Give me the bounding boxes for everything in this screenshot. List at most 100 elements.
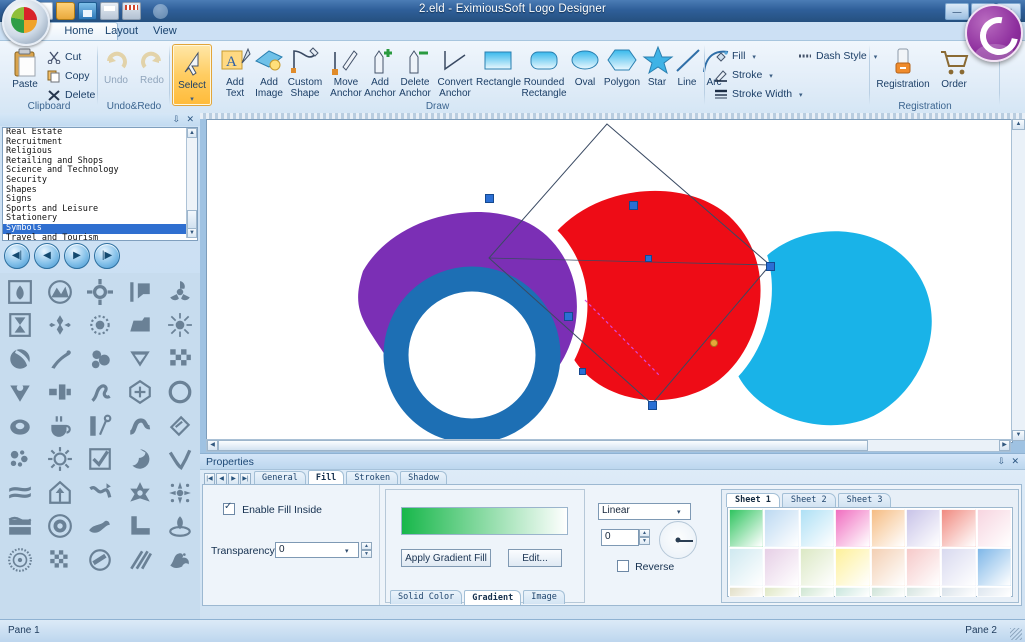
tab-sheet-1[interactable]: Sheet 1: [726, 493, 780, 507]
polygon-tool-button[interactable]: Polygon: [602, 45, 642, 89]
symbol-item[interactable]: [40, 409, 80, 443]
symbol-item[interactable]: [160, 376, 200, 410]
tab-view[interactable]: View: [140, 22, 190, 40]
color-swatch[interactable]: [905, 548, 941, 586]
color-swatch[interactable]: [799, 509, 835, 547]
tab-stroken[interactable]: Stroken: [346, 471, 399, 485]
swatch-grid[interactable]: [727, 507, 1013, 597]
symbol-item[interactable]: [160, 409, 200, 443]
canvas-horizontal-scrollbar[interactable]: ◀ ▶: [206, 439, 1011, 452]
custom-shape-tool-button[interactable]: Custom Shape: [280, 45, 330, 99]
scroll-up-arrow-icon[interactable]: ▲: [1012, 119, 1025, 130]
symbol-item[interactable]: [0, 543, 40, 577]
symbol-item[interactable]: [160, 342, 200, 376]
last-page-button[interactable]: |▶: [94, 243, 120, 269]
symbol-item[interactable]: [40, 543, 80, 577]
selection-handle[interactable]: [564, 312, 573, 321]
symbol-item[interactable]: [120, 510, 160, 544]
spinner-up-icon[interactable]: ▲: [639, 529, 650, 537]
stroke-button[interactable]: Stroke ▾: [713, 67, 773, 84]
copy-button[interactable]: Copy: [46, 68, 90, 85]
line-tool-button[interactable]: Line: [672, 45, 702, 89]
symbol-item[interactable]: [80, 543, 120, 577]
close-icon[interactable]: ✕: [1011, 456, 1019, 467]
scroll-up-arrow-icon[interactable]: ▲: [187, 128, 197, 138]
symbol-item[interactable]: [120, 376, 160, 410]
order-button[interactable]: Order: [934, 47, 974, 91]
symbol-item[interactable]: [160, 476, 200, 510]
symbol-item[interactable]: [0, 476, 40, 510]
color-swatch[interactable]: [905, 587, 941, 597]
chevron-down-icon[interactable]: ▾: [769, 73, 773, 80]
symbol-item[interactable]: [160, 309, 200, 343]
save-icon[interactable]: [78, 2, 97, 20]
rotation-handle[interactable]: [710, 339, 718, 347]
symbol-item[interactable]: [80, 443, 120, 477]
category-scrollbar[interactable]: ▲ ▼: [186, 128, 197, 238]
symbol-item[interactable]: [160, 443, 200, 477]
registration-button[interactable]: Registration: [874, 47, 932, 91]
color-swatch[interactable]: [835, 509, 870, 547]
symbol-item[interactable]: [0, 376, 40, 410]
tab-fill[interactable]: Fill: [307, 470, 345, 485]
next-page-button[interactable]: ▶: [64, 243, 90, 269]
rounded-rectangle-tool-button[interactable]: Rounded Rectangle: [520, 45, 568, 99]
symbol-item[interactable]: [0, 443, 40, 477]
symbol-item[interactable]: [160, 510, 200, 544]
symbol-item[interactable]: [40, 443, 80, 477]
color-swatch[interactable]: [976, 587, 1011, 597]
symbol-item[interactable]: [0, 342, 40, 376]
color-swatch[interactable]: [835, 587, 870, 597]
paste-button[interactable]: Paste: [4, 47, 46, 91]
fill-button[interactable]: Fill ▾: [713, 48, 756, 65]
symbol-item[interactable]: [0, 275, 40, 309]
transparency-dropdown-arrow-icon[interactable]: ▾: [345, 547, 349, 555]
selection-handle[interactable]: [485, 194, 494, 203]
app-menu-orb[interactable]: [2, 0, 50, 46]
color-swatch[interactable]: [976, 509, 1011, 547]
gradient-start-handle[interactable]: [645, 255, 652, 262]
tab-solid-color[interactable]: Solid Color: [390, 590, 463, 604]
scroll-thumb[interactable]: [187, 210, 197, 230]
prev-page-button[interactable]: ◀: [34, 243, 60, 269]
scroll-right-arrow-icon[interactable]: ▶: [999, 440, 1010, 451]
stroke-width-button[interactable]: Stroke Width ▾: [713, 86, 803, 103]
symbol-item[interactable]: [80, 476, 120, 510]
symbol-item[interactable]: [80, 342, 120, 376]
symbol-item[interactable]: [80, 510, 120, 544]
resize-grip-icon[interactable]: [1010, 628, 1022, 640]
logo-artwork[interactable]: [207, 120, 1012, 442]
gradient-angle-spinner[interactable]: ▲ ▼: [639, 529, 650, 545]
tab-gradient[interactable]: Gradient: [464, 590, 522, 605]
symbol-item[interactable]: [80, 309, 120, 343]
print-icon[interactable]: [100, 2, 119, 20]
color-swatch[interactable]: [729, 548, 764, 586]
oval-tool-button[interactable]: Oval: [568, 45, 602, 89]
cut-button[interactable]: Cut: [46, 49, 81, 66]
symbol-item[interactable]: [0, 510, 40, 544]
gradient-angle-dial[interactable]: [659, 521, 697, 559]
tab-image[interactable]: Image: [523, 590, 565, 604]
select-tool-button[interactable]: Select ▾: [172, 44, 212, 106]
symbol-item[interactable]: [40, 476, 80, 510]
drawing-canvas[interactable]: [206, 119, 1013, 443]
color-swatch[interactable]: [870, 548, 905, 586]
color-swatch[interactable]: [941, 509, 976, 547]
category-list[interactable]: Real Estate Recruitment Religious Retail…: [2, 127, 198, 241]
tab-sheet-2[interactable]: Sheet 2: [781, 493, 836, 507]
symbol-item[interactable]: [120, 543, 160, 577]
color-swatch[interactable]: [870, 587, 905, 597]
color-swatch[interactable]: [941, 587, 976, 597]
symbol-item[interactable]: [80, 409, 120, 443]
enable-fill-inside-row[interactable]: Enable Fill Inside: [223, 501, 322, 516]
category-item[interactable]: Travel and Tourism: [3, 233, 197, 240]
color-swatch[interactable]: [764, 587, 799, 597]
print-preview-icon[interactable]: [122, 2, 141, 20]
close-icon[interactable]: ✕: [186, 114, 194, 125]
undo-button[interactable]: Undo: [98, 49, 134, 87]
symbol-item[interactable]: [160, 543, 200, 577]
symbol-item[interactable]: [40, 342, 80, 376]
color-swatch[interactable]: [976, 548, 1011, 586]
selection-handle[interactable]: [766, 262, 775, 271]
selection-handle[interactable]: [629, 201, 638, 210]
